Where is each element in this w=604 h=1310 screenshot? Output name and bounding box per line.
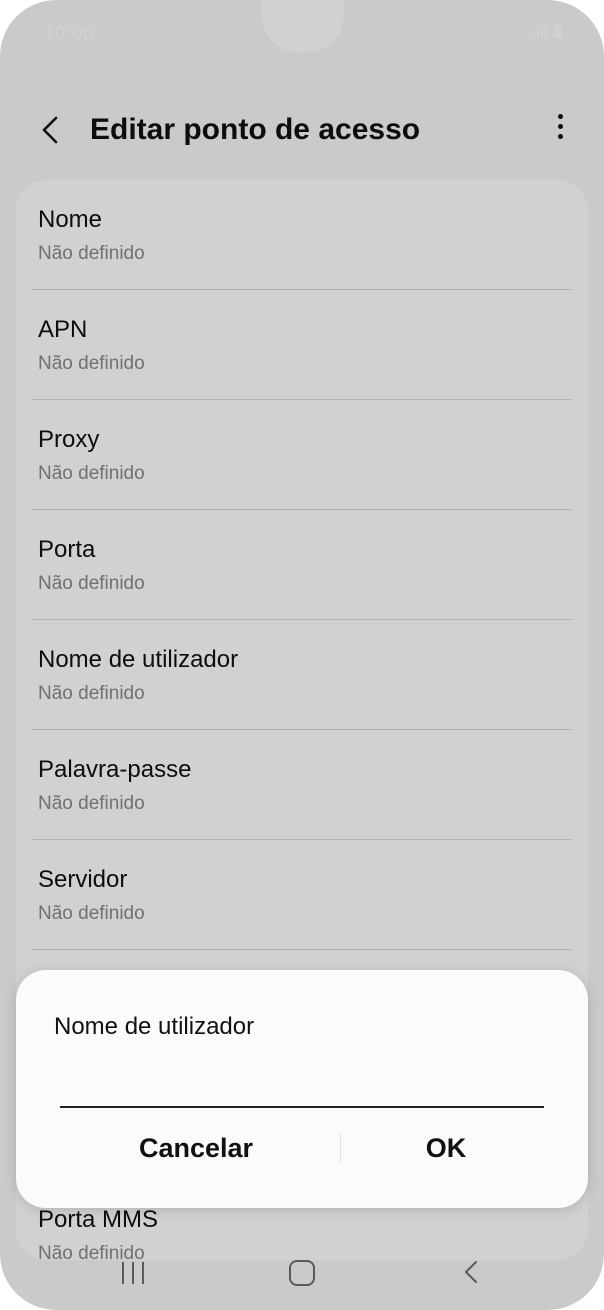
username-dialog: Nome de utilizador Cancelar OK	[16, 970, 588, 1208]
phone-screen: 10:00 Editar ponto de acesso Nome Não de…	[0, 0, 604, 1310]
button-separator	[340, 1133, 341, 1163]
dialog-title: Nome de utilizador	[54, 1013, 255, 1040]
ok-button[interactable]: OK	[346, 1126, 546, 1170]
username-input[interactable]	[60, 1066, 544, 1108]
cancel-button[interactable]: Cancelar	[76, 1126, 316, 1170]
